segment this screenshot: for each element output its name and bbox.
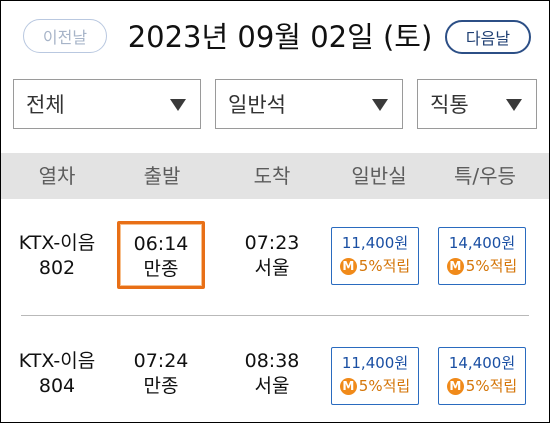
general-price: 11,400원 <box>341 234 409 252</box>
table-row[interactable]: KTX-이음 804 07:24 만종 08:38 서울 11,400원 M 5… <box>1 317 549 422</box>
date-navigation: 이전날 2023년 09월 02일 (토) 다음날 <box>1 1 549 79</box>
next-day-button[interactable]: 다음날 <box>445 20 531 54</box>
arrival-time: 08:38 <box>244 350 300 372</box>
point-rate: 5%적립 <box>465 257 518 275</box>
departure-station: 만종 <box>143 258 179 280</box>
header-arrival: 도착 <box>253 164 291 188</box>
app-frame: 이전날 2023년 09월 02일 (토) 다음날 전체 일반석 직통 열차 출… <box>0 0 550 423</box>
m-mileage-icon: M <box>339 377 357 395</box>
arrival-cell: 08:38 서울 <box>221 349 323 399</box>
table-row[interactable]: KTX-이음 802 06:14 만종 07:23 서울 11,400원 M 5… <box>1 199 549 309</box>
header-train: 열차 <box>38 164 76 188</box>
train-name-cell: KTX-이음 804 <box>1 349 113 399</box>
special-fare-button[interactable]: 14,400원 M 5%적립 <box>438 227 526 285</box>
row-divider <box>21 315 529 316</box>
point-rate: 5%적립 <box>358 377 411 395</box>
m-mileage-icon: M <box>446 377 464 395</box>
header-general: 일반실 <box>351 164 407 188</box>
point-rate: 5%적립 <box>465 377 518 395</box>
general-fare-button[interactable]: 11,400원 M 5%적립 <box>331 227 419 285</box>
mileage-point: M 5%적립 <box>332 376 418 396</box>
mileage-point: M 5%적립 <box>332 256 418 276</box>
train-type-select[interactable]: 전체 <box>13 79 201 129</box>
seat-class-value: 일반석 <box>228 93 286 117</box>
dropdown-arrow-icon <box>170 99 186 111</box>
m-mileage-icon: M <box>339 257 357 275</box>
m-mileage-icon: M <box>446 257 464 275</box>
arrival-station: 서울 <box>254 257 290 279</box>
departure-station: 만종 <box>143 375 179 397</box>
train-type-value: 전체 <box>26 93 65 117</box>
general-fare-button[interactable]: 11,400원 M 5%적립 <box>331 347 419 405</box>
train-name: KTX-이음 <box>18 232 96 254</box>
table-header: 열차 출발 도착 일반실 특/우등 <box>1 153 549 199</box>
dropdown-arrow-icon <box>506 99 522 111</box>
special-price: 14,400원 <box>448 234 516 252</box>
route-type-select[interactable]: 직통 <box>417 79 537 129</box>
point-rate: 5%적립 <box>358 257 411 275</box>
dropdown-arrow-icon <box>372 99 388 111</box>
header-departure: 출발 <box>143 164 181 188</box>
departure-time: 06:14 <box>133 233 189 255</box>
header-special: 특/우등 <box>454 164 516 188</box>
seat-class-select[interactable]: 일반석 <box>215 79 403 129</box>
departure-cell[interactable]: 07:24 만종 <box>117 349 205 399</box>
departure-cell-selected[interactable]: 06:14 만종 <box>117 221 205 289</box>
special-price: 14,400원 <box>448 354 516 372</box>
mileage-point: M 5%적립 <box>439 376 525 396</box>
general-price: 11,400원 <box>341 354 409 372</box>
arrival-station: 서울 <box>254 375 290 397</box>
special-fare-button[interactable]: 14,400원 M 5%적립 <box>438 347 526 405</box>
prev-day-button[interactable]: 이전날 <box>23 19 107 53</box>
arrival-time: 07:23 <box>244 232 300 254</box>
date-title: 2023년 09월 02일 (토) <box>127 20 433 54</box>
train-name-cell: KTX-이음 802 <box>1 231 113 281</box>
train-name: KTX-이음 <box>18 350 96 372</box>
train-number: 804 <box>38 375 76 397</box>
mileage-point: M 5%적립 <box>439 256 525 276</box>
train-number: 802 <box>38 257 76 279</box>
departure-time: 07:24 <box>133 350 189 372</box>
route-type-value: 직통 <box>430 93 469 117</box>
arrival-cell: 07:23 서울 <box>221 231 323 281</box>
